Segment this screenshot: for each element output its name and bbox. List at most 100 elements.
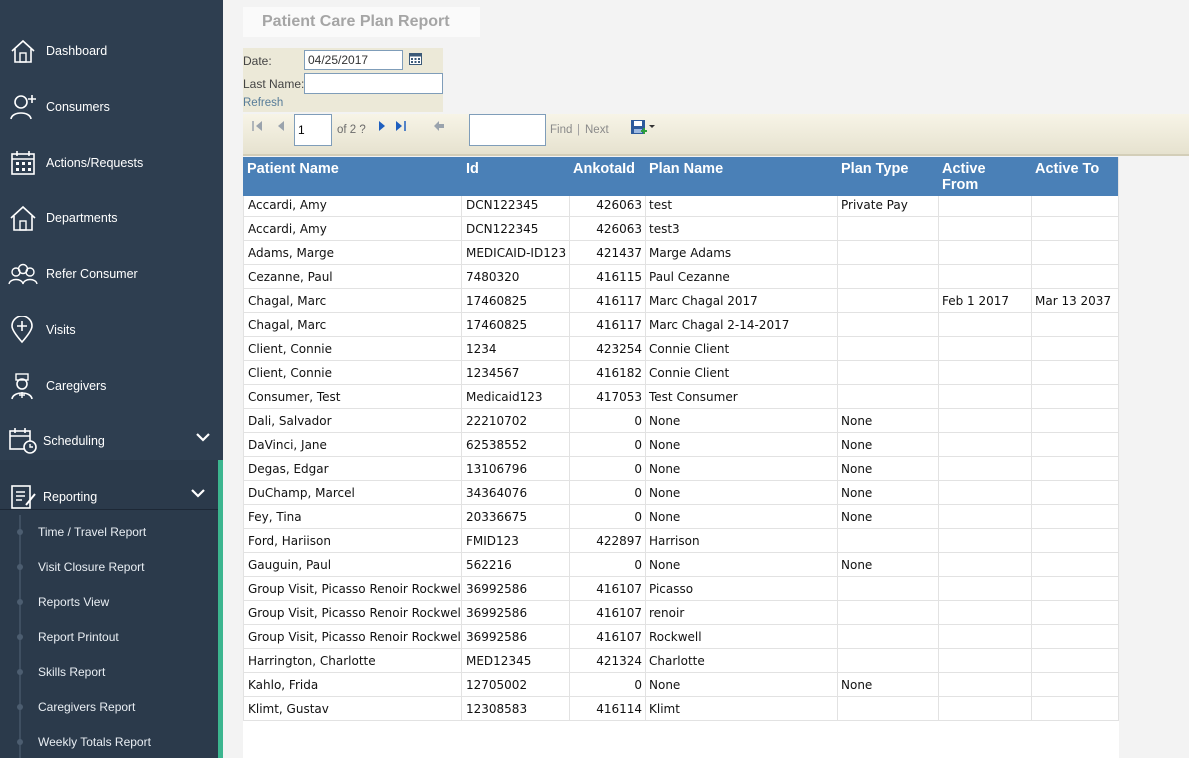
previous-page-icon[interactable] [275,120,287,132]
ankota-id-cell: 0 [570,505,646,529]
plan-name-cell: None [646,481,838,505]
refresh-link[interactable]: Refresh [243,97,283,109]
bullet [17,739,23,745]
id-cell: Medicaid123 [462,385,570,409]
find-next-link[interactable]: Next [585,124,609,136]
active-from-cell [939,673,1032,697]
active-from-cell [939,553,1032,577]
toolbar-separator: | [577,124,580,136]
active-from-cell [939,409,1032,433]
export-save-icon[interactable] [630,119,656,135]
sidebar-item-visits[interactable]: Visits [0,308,223,352]
id-cell: 36992586 [462,625,570,649]
active-to-cell [1032,457,1119,481]
active-to-cell [1032,433,1119,457]
active-from-cell [939,241,1032,265]
submenu-item-report-printout[interactable]: Report Printout [0,620,218,655]
column-header-ankota-id[interactable]: AnkotaId [573,161,635,177]
main-content: Patient Care Plan Report Date: Last Name… [223,0,1189,758]
table-row: Gauguin, Paul 562216 0 None None [243,553,1119,577]
column-header-patient-name[interactable]: Patient Name [247,161,339,177]
ankota-id-cell: 423254 [570,337,646,361]
sidebar-item-label: Reporting [43,490,98,504]
sidebar-item-actions-requests[interactable]: Actions/Requests [0,141,223,185]
active-from-cell [939,433,1032,457]
column-header-plan-name[interactable]: Plan Name [649,161,723,177]
first-page-icon[interactable] [251,120,263,132]
plan-type-cell: None [838,673,939,697]
submenu-item-skills-report[interactable]: Skills Report [0,655,218,690]
active-to-cell [1032,697,1119,721]
sidebar-item-scheduling[interactable]: Scheduling [0,419,223,463]
find-link[interactable]: Find [550,124,572,136]
id-cell: 34364076 [462,481,570,505]
calendar-icon[interactable] [409,52,422,65]
plan-name-cell: Marc Chagal 2017 [646,289,838,313]
column-header-active-from[interactable]: Active From [942,161,1012,193]
plan-name-cell: test3 [646,217,838,241]
active-to-cell [1032,313,1119,337]
column-header-id[interactable]: Id [466,161,479,177]
back-arrow-icon[interactable] [433,120,445,132]
active-from-cell [939,505,1032,529]
sidebar-item-reporting[interactable]: Reporting [0,475,218,519]
ankota-id-cell: 416182 [570,361,646,385]
sidebar-item-consumers[interactable]: Consumers [0,85,223,129]
sidebar: Dashboard Consumers Actions/Requests Dep… [0,0,223,758]
sidebar-item-caregivers[interactable]: Caregivers [0,364,223,408]
plan-type-cell: None [838,433,939,457]
table-row: Cezanne, Paul 7480320 416115 Paul Cezanne [243,265,1119,289]
chevron-down-icon[interactable] [190,485,206,501]
patient-name-cell: Chagal, Marc [243,313,462,337]
page-number-input[interactable] [294,114,332,146]
last-page-icon[interactable] [395,120,407,132]
active-from-cell [939,577,1032,601]
active-to-cell: Mar 13 2037 [1032,289,1119,313]
sidebar-item-dashboard[interactable]: Dashboard [0,29,223,73]
plan-name-cell: Test Consumer [646,385,838,409]
submenu-item-reports-view[interactable]: Reports View [0,585,218,620]
plan-type-cell [838,289,939,313]
plan-name-cell: Klimt [646,697,838,721]
id-cell: 36992586 [462,577,570,601]
sidebar-item-label: Actions/Requests [46,156,144,170]
submenu-item-weekly-totals-report[interactable]: Weekly Totals Report [0,725,218,758]
submenu-item-caregivers-report[interactable]: Caregivers Report [0,690,218,725]
submenu-item-visit-closure-report[interactable]: Visit Closure Report [0,550,218,585]
table-header: Patient Name Id AnkotaId Plan Name Plan … [243,157,1118,196]
column-header-plan-type[interactable]: Plan Type [841,161,908,177]
last-name-field[interactable] [304,73,443,94]
bullet [17,564,23,570]
bullet [17,704,23,710]
ankota-id-cell: 421324 [570,649,646,673]
sidebar-item-departments[interactable]: Departments [0,196,223,240]
date-field[interactable] [304,50,403,70]
table-row: Group Visit, Picasso Renoir Rockwell 3699… [243,625,1119,649]
plan-name-cell: renoir [646,601,838,625]
active-from-cell [939,529,1032,553]
find-text-input[interactable] [469,114,546,146]
id-cell: FMID123 [462,529,570,553]
patient-name-cell: Kahlo, Frida [243,673,462,697]
table-row: Degas, Edgar 13106796 0 None None [243,457,1119,481]
next-page-icon[interactable] [376,120,388,132]
table-row: Client, Connie 1234 423254 Connie Client [243,337,1119,361]
submenu-item-time-travel-report[interactable]: Time / Travel Report [0,515,218,550]
patient-name-cell: DaVinci, Jane [243,433,462,457]
patient-name-cell: Client, Connie [243,361,462,385]
plan-type-cell [838,313,939,337]
id-cell: 7480320 [462,265,570,289]
id-cell: 12308583 [462,697,570,721]
active-from-cell [939,217,1032,241]
sidebar-item-refer-consumer[interactable]: Refer Consumer [0,252,223,296]
active-from-cell [939,337,1032,361]
column-header-active-to[interactable]: Active To [1035,161,1099,177]
active-from-cell [939,481,1032,505]
sidebar-item-label: Departments [46,211,118,225]
plan-name-cell: Connie Client [646,361,838,385]
ankota-id-cell: 0 [570,433,646,457]
divider [0,509,218,510]
plan-name-cell: Harrison [646,529,838,553]
active-to-cell [1032,409,1119,433]
chevron-down-icon[interactable] [195,429,211,445]
